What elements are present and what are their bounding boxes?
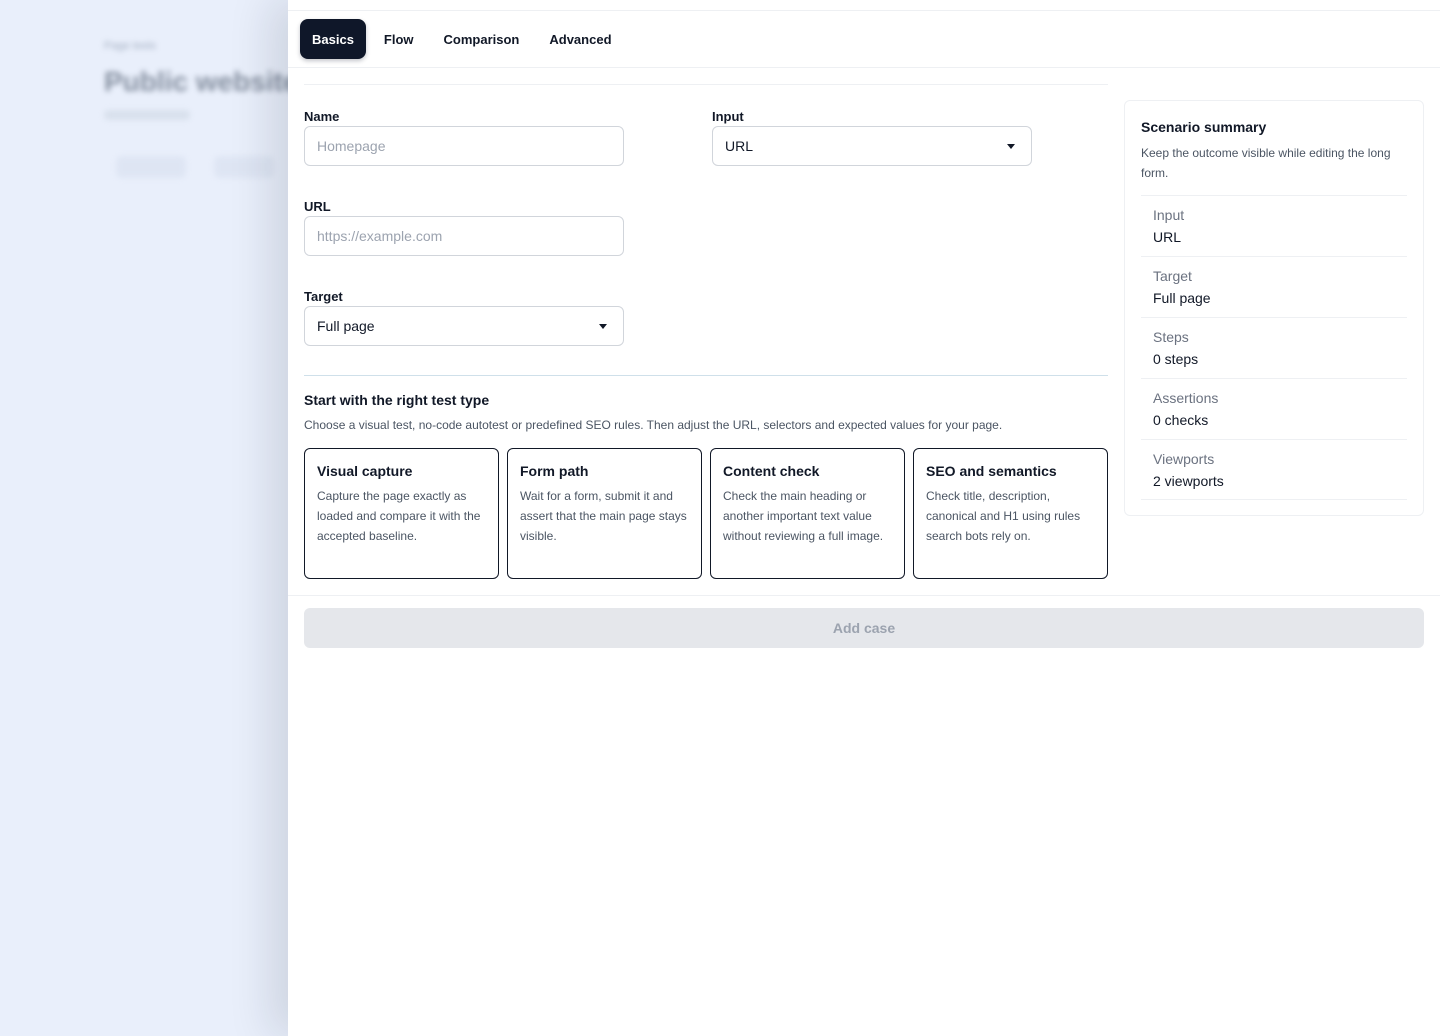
test-type-cards: Visual capture Capture the page exactly …	[304, 448, 1108, 579]
card-seo-and-semantics[interactable]: SEO and semantics Check title, descripti…	[913, 448, 1108, 579]
summary-row-label: Viewports	[1153, 451, 1215, 467]
summary-row-value: Full page	[1153, 290, 1211, 306]
target-field: Target Full page	[304, 288, 624, 346]
summary-row-value: URL	[1153, 229, 1182, 245]
summary-description: Keep the outcome visible while editing t…	[1141, 146, 1391, 180]
name-input[interactable]	[304, 126, 624, 166]
card-title: Form path	[520, 463, 589, 479]
tab-comparison[interactable]: Comparison	[432, 19, 532, 59]
add-case-button[interactable]: Add case	[304, 608, 1424, 648]
section-divider	[304, 375, 1108, 376]
card-visual-capture[interactable]: Visual capture Capture the page exactly …	[304, 448, 499, 579]
input-field: Input URL	[712, 108, 1032, 166]
summary-row-label: Assertions	[1153, 390, 1219, 406]
url-label: URL	[304, 199, 331, 214]
card-title: SEO and semantics	[926, 463, 1057, 479]
drawer-top-border	[288, 10, 1440, 11]
input-label: Input	[712, 109, 744, 124]
name-field: Name	[304, 108, 624, 166]
background-title: Public website	[104, 66, 299, 97]
card-description: Check title, description, canonical and …	[926, 489, 1081, 543]
background-subtitle-placeholder	[104, 110, 190, 120]
target-select-value: Full page	[317, 318, 375, 334]
test-type-description: Choose a visual test, no-code autotest o…	[304, 418, 1003, 432]
card-description: Capture the page exactly as loaded and c…	[317, 489, 481, 543]
card-description: Wait for a form, submit it and assert th…	[520, 489, 687, 543]
tab-flow[interactable]: Flow	[372, 19, 426, 59]
tab-bar: Basics Flow Comparison Advanced	[300, 19, 624, 59]
summary-row-label: Target	[1153, 268, 1192, 284]
summary-row-steps: Steps 0 steps	[1141, 317, 1407, 378]
background-pill	[214, 156, 274, 178]
card-title: Visual capture	[317, 463, 413, 479]
summary-row-label: Steps	[1153, 329, 1189, 345]
summary-row-value: 0 checks	[1153, 412, 1209, 428]
scenario-summary-panel: Scenario summary Keep the outcome visibl…	[1124, 100, 1424, 516]
summary-row-label: Input	[1153, 207, 1185, 223]
card-form-path[interactable]: Form path Wait for a form, submit it and…	[507, 448, 702, 579]
caret-down-icon	[599, 323, 607, 329]
card-description: Check the main heading or another import…	[723, 489, 884, 543]
tabs-divider	[288, 67, 1440, 68]
background-breadcrumb: Page tests	[104, 40, 156, 52]
summary-row-viewports: Viewports 2 viewports	[1141, 439, 1407, 500]
summary-row-assertions: Assertions 0 checks	[1141, 378, 1407, 439]
summary-row-value: 0 steps	[1153, 351, 1199, 367]
input-select[interactable]: URL	[712, 126, 1032, 166]
card-title: Content check	[723, 463, 820, 479]
target-select[interactable]: Full page	[304, 306, 624, 346]
form-top-divider	[304, 84, 1108, 85]
test-type-title: Start with the right test type	[304, 392, 490, 408]
target-label: Target	[304, 289, 343, 304]
caret-down-icon	[1007, 143, 1015, 149]
footer-divider	[288, 595, 1440, 596]
summary-title: Scenario summary	[1141, 119, 1267, 135]
tab-advanced[interactable]: Advanced	[537, 19, 623, 59]
input-select-value: URL	[725, 138, 754, 154]
tab-basics[interactable]: Basics	[300, 19, 366, 59]
summary-row-input: Input URL	[1141, 195, 1407, 256]
url-field: URL	[304, 198, 624, 256]
background-pill	[116, 156, 186, 178]
name-label: Name	[304, 109, 340, 124]
add-case-drawer: Basics Flow Comparison Advanced Name Inp…	[288, 0, 1440, 1036]
summary-row-value: 2 viewports	[1153, 473, 1224, 489]
url-input[interactable]	[304, 216, 624, 256]
card-content-check[interactable]: Content check Check the main heading or …	[710, 448, 905, 579]
summary-row-target: Target Full page	[1141, 256, 1407, 317]
